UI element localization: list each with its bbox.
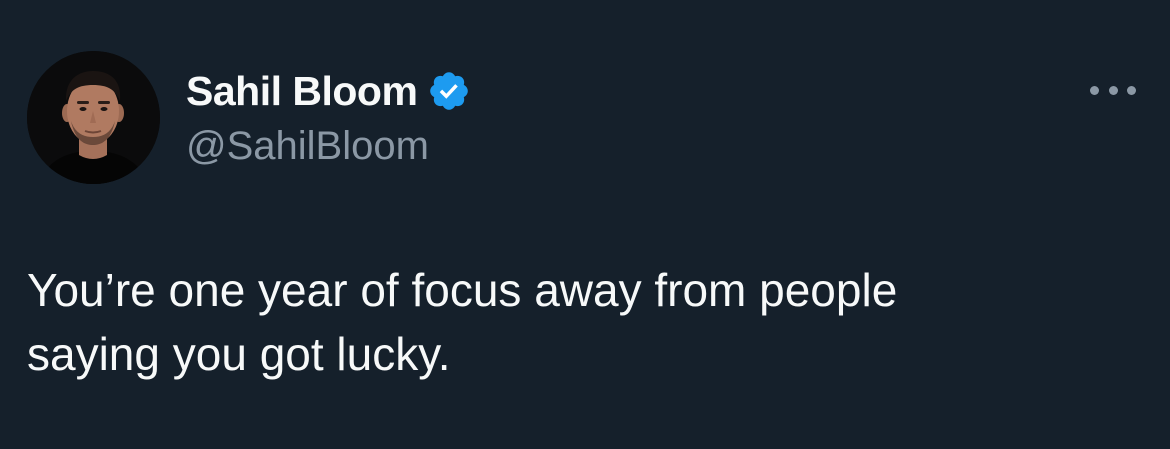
author-handle[interactable]: @SahilBloom — [186, 121, 471, 171]
tweet-header: Sahil Bloom @SahilBloom — [186, 66, 471, 171]
name-row: Sahil Bloom — [186, 66, 471, 116]
more-dot — [1090, 85, 1099, 95]
tweet-card: Sahil Bloom @SahilBloom You’re one year … — [0, 0, 1170, 449]
more-options-icon[interactable] — [1090, 78, 1136, 102]
verified-badge-icon — [427, 69, 471, 113]
more-dot — [1127, 85, 1136, 95]
more-dot — [1108, 85, 1118, 95]
author-avatar[interactable] — [27, 51, 160, 184]
avatar-image — [27, 51, 160, 184]
tweet-text: You’re one year of focus away from peopl… — [27, 264, 898, 380]
author-display-name[interactable]: Sahil Bloom — [186, 66, 418, 116]
